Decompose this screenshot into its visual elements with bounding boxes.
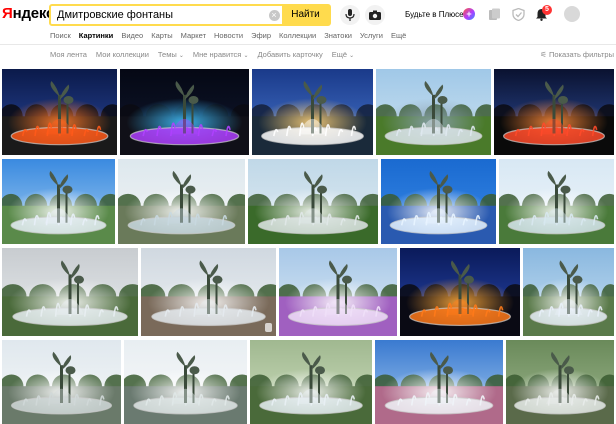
show-filters-button[interactable]: ⚟ Показать фильтры bbox=[540, 49, 614, 61]
image-thumbnail-fountain-clouds-flowers[interactable] bbox=[375, 340, 503, 424]
fountain-photo bbox=[381, 159, 496, 244]
fountain-photo bbox=[279, 248, 397, 336]
image-thumbnail-fountain-night-orange[interactable] bbox=[494, 69, 614, 155]
image-thumbnail-fountain-day-sculpture[interactable] bbox=[2, 159, 115, 244]
logo-first-letter: Я bbox=[2, 5, 13, 22]
fountain-photo bbox=[120, 69, 249, 155]
fountain-photo bbox=[2, 248, 138, 336]
service-tab[interactable]: Новости bbox=[214, 30, 243, 42]
fountain-photo bbox=[494, 69, 614, 155]
fountain-photo bbox=[250, 340, 372, 424]
image-thumbnail-fountain-dusk-blue[interactable] bbox=[252, 69, 373, 155]
filter-item[interactable]: Добавить карточку bbox=[257, 49, 322, 61]
service-tab[interactable]: Коллекции bbox=[279, 30, 316, 42]
service-tab[interactable]: Услуги bbox=[360, 30, 383, 42]
logo-rest: ндекс bbox=[12, 5, 55, 22]
fountain-photo bbox=[506, 340, 614, 424]
image-thumbnail-fountain-park-green[interactable] bbox=[376, 69, 491, 155]
avatar[interactable] bbox=[564, 6, 580, 22]
header: Яндекс × Найти Будьте в Плюсе + 5 bbox=[0, 0, 616, 28]
image-thumbnail-fountain-frog-closeup[interactable] bbox=[124, 340, 247, 424]
service-tab[interactable]: Поиск bbox=[50, 30, 71, 42]
search-input[interactable] bbox=[51, 6, 266, 24]
notifications-count: 5 bbox=[542, 5, 552, 15]
show-filters-label: Показать фильтры bbox=[548, 50, 614, 59]
search-button[interactable]: Найти bbox=[282, 6, 329, 24]
image-thumbnail-fountain-garden-tiered[interactable] bbox=[248, 159, 378, 244]
service-tab[interactable]: Картинки bbox=[79, 30, 114, 42]
close-icon: × bbox=[268, 9, 280, 21]
fountain-photo bbox=[376, 69, 491, 155]
voice-search-button[interactable] bbox=[340, 5, 360, 25]
sliders-icon: ⚟ bbox=[540, 50, 547, 59]
microphone-icon bbox=[345, 9, 355, 21]
fountain-photo bbox=[252, 69, 373, 155]
fountain-photo bbox=[499, 159, 614, 244]
image-thumbnail-fountain-round-basin[interactable] bbox=[250, 340, 372, 424]
fountain-photo bbox=[2, 159, 115, 244]
service-tab[interactable]: Знатоки bbox=[324, 30, 352, 42]
service-nav: Поиск Картинки Видео Карты Маркет Новости Эфир… bbox=[50, 30, 406, 42]
search-box: × Найти bbox=[49, 4, 331, 26]
fountain-photo bbox=[118, 159, 245, 244]
image-thumbnail-fountain-blue-water[interactable] bbox=[381, 159, 496, 244]
camera-icon bbox=[369, 10, 381, 20]
image-info-icon[interactable] bbox=[265, 323, 272, 332]
filter-bar: Моя лента Мои коллекции Темы ⌄ Мне нравится… bbox=[50, 49, 354, 61]
yandex-logo[interactable]: Яндекс bbox=[2, 5, 54, 22]
image-thumbnail-fountain-round-trees[interactable] bbox=[118, 159, 245, 244]
fountain-photo bbox=[124, 340, 247, 424]
chevron-down-icon: ⌄ bbox=[178, 53, 184, 59]
fountain-photo bbox=[248, 159, 378, 244]
image-thumbnail-fountain-day-park[interactable] bbox=[499, 159, 614, 244]
service-tab[interactable]: Эфир bbox=[251, 30, 271, 42]
image-thumbnail-fountain-arch-pavilion[interactable] bbox=[506, 340, 614, 424]
image-thumbnail-fountain-night-red[interactable] bbox=[2, 69, 117, 155]
image-thumbnail-fountain-cloudy-church[interactable] bbox=[2, 248, 138, 336]
image-thumbnail-fountain-purple-pool[interactable] bbox=[279, 248, 397, 336]
service-tab[interactable]: Карты bbox=[151, 30, 172, 42]
plus-link[interactable]: Будьте в Плюсе bbox=[405, 10, 464, 19]
image-thumbnail-fountain-frog-sculptures[interactable] bbox=[2, 340, 121, 424]
image-thumbnail-fountain-night-tulips[interactable] bbox=[400, 248, 520, 336]
fountain-photo bbox=[2, 69, 117, 155]
fountain-photo bbox=[2, 340, 121, 424]
collections-icon[interactable] bbox=[488, 8, 501, 21]
fountain-photo bbox=[141, 248, 276, 336]
image-thumbnail-fountain-plaza-building[interactable] bbox=[141, 248, 276, 336]
filter-item[interactable]: Мои коллекции bbox=[96, 49, 149, 61]
filter-item[interactable]: Мне нравится ⌄ bbox=[193, 49, 249, 61]
clear-search-button[interactable]: × bbox=[266, 6, 282, 24]
fountain-photo bbox=[400, 248, 520, 336]
fountain-photo bbox=[523, 248, 614, 336]
chevron-down-icon: ⌄ bbox=[243, 53, 249, 59]
filter-item[interactable]: Ещё ⌄ bbox=[332, 49, 354, 61]
image-thumbnail-fountain-day-spray[interactable] bbox=[523, 248, 614, 336]
fountain-photo bbox=[375, 340, 503, 424]
shield-icon[interactable] bbox=[512, 8, 525, 21]
service-tab[interactable]: Маркет bbox=[181, 30, 206, 42]
filter-item[interactable]: Темы ⌄ bbox=[158, 49, 184, 61]
plus-badge[interactable]: + bbox=[463, 8, 475, 20]
image-search-button[interactable] bbox=[365, 5, 385, 25]
image-thumbnail-fountain-night-pool-lights[interactable] bbox=[120, 69, 249, 155]
chevron-down-icon: ⌄ bbox=[349, 53, 355, 59]
service-tab[interactable]: Ещё bbox=[391, 30, 406, 42]
service-tab[interactable]: Видео bbox=[121, 30, 143, 42]
header-divider bbox=[0, 44, 616, 45]
filter-item[interactable]: Моя лента bbox=[50, 49, 87, 61]
